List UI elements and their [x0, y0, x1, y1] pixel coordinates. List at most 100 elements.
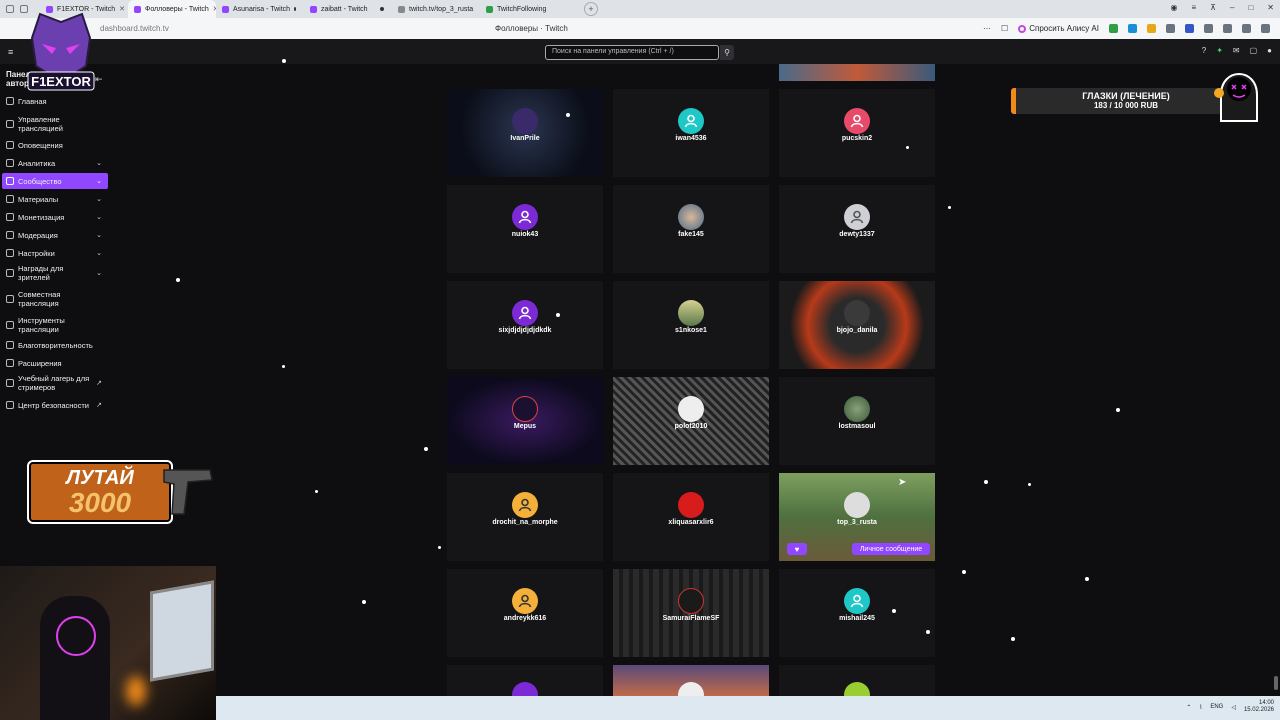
- tabs-menu-icon[interactable]: [6, 5, 14, 13]
- direct-message-button[interactable]: Личное сообщение: [852, 543, 930, 555]
- sidebar-item-moderation[interactable]: Модерация ⌄: [2, 229, 108, 241]
- extension-icon[interactable]: [1242, 24, 1251, 33]
- lang-indicator[interactable]: ENG: [1210, 704, 1223, 710]
- tab-zaibatt[interactable]: zaibatt - Twitch: [304, 0, 392, 18]
- tab-twitchfollowing[interactable]: TwitchFollowing: [480, 0, 580, 18]
- extension-icon[interactable]: [1109, 24, 1118, 33]
- close-window-icon[interactable]: ✕: [1267, 3, 1274, 12]
- chevron-down-icon: ⌄: [96, 231, 102, 239]
- mouse-cursor-icon: ➤: [898, 477, 907, 488]
- sidebar-item-content[interactable]: Материалы ⌄: [2, 193, 108, 205]
- extension-icon[interactable]: [1166, 24, 1175, 33]
- sidebar-item-bootcamp[interactable]: Учебный лагерь для стримеров ↗: [2, 373, 108, 393]
- new-tab-button[interactable]: +: [584, 2, 598, 16]
- follower-card[interactable]: xliquasarxlir6: [613, 473, 769, 561]
- hamburger-icon[interactable]: ≡: [8, 47, 13, 57]
- maximize-icon[interactable]: □: [1248, 3, 1253, 12]
- address-url[interactable]: dashboard.twitch.tv: [100, 24, 169, 33]
- sidebar-item-stream-tools[interactable]: Инструменты трансляции: [2, 315, 108, 335]
- extension-icon[interactable]: [1185, 24, 1194, 33]
- extension-icon[interactable]: [1128, 24, 1137, 33]
- help-icon[interactable]: ?: [1202, 46, 1206, 55]
- follower-name: mishail245: [839, 615, 875, 622]
- sidebar-item-viewer-rewards[interactable]: Награды для зрителей ⌄: [2, 263, 108, 283]
- minimize-icon[interactable]: –: [1230, 3, 1234, 12]
- menu-icon[interactable]: ≡: [1191, 3, 1196, 12]
- follower-card[interactable]: dewty1337: [779, 185, 935, 273]
- avatar: [678, 492, 704, 518]
- extension-icon[interactable]: [1147, 24, 1156, 33]
- follower-card[interactable]: bjojo_danila: [779, 281, 935, 369]
- follower-card-partial[interactable]: [779, 665, 935, 696]
- snow-particle: [315, 490, 318, 493]
- tab-followers[interactable]: Фолловеры - Twitch ✕: [128, 0, 216, 18]
- sidebar-item-community[interactable]: Сообщество ⌄: [2, 173, 108, 189]
- twitch-favicon-icon: [222, 5, 229, 13]
- sidebar-item-charity[interactable]: Благотворительность: [2, 339, 108, 351]
- follower-card[interactable]: nuiok43: [447, 185, 603, 273]
- sidebar-item-analytics[interactable]: Аналитика ⌄: [2, 157, 108, 169]
- volume-icon[interactable]: ◁: [1231, 704, 1236, 711]
- follower-card[interactable]: drochit_na_morphe: [447, 473, 603, 561]
- follower-card[interactable]: mishail245: [779, 569, 935, 657]
- unsaved-dot-icon: [294, 7, 296, 11]
- sidebar-item-monetization[interactable]: Монетизация ⌄: [2, 211, 108, 223]
- avatar: [844, 108, 870, 134]
- follower-card[interactable]: iwan4536: [613, 89, 769, 177]
- follower-card-partial[interactable]: [613, 665, 769, 696]
- profile-icon[interactable]: ◉: [1170, 3, 1177, 12]
- follower-card[interactable]: Mepus: [447, 377, 603, 465]
- follower-card[interactable]: s1nkose1: [613, 281, 769, 369]
- follower-card[interactable]: lostmasoul: [779, 377, 935, 465]
- search-button[interactable]: ⚲: [720, 45, 734, 60]
- close-icon[interactable]: ✕: [119, 5, 125, 13]
- scrollbar[interactable]: [1274, 676, 1278, 690]
- follower-card-partial[interactable]: [779, 64, 935, 81]
- extensions-icon: [6, 359, 14, 367]
- avatar: [512, 108, 538, 134]
- extension-icon[interactable]: [1223, 24, 1232, 33]
- more-icon[interactable]: ⋯: [983, 24, 991, 33]
- ask-alisa-button[interactable]: Спросить Алису AI: [1018, 24, 1099, 33]
- tab-top3rusta[interactable]: twitch.tv/top_3_rusta: [392, 0, 480, 18]
- extension-icon[interactable]: [1204, 24, 1213, 33]
- follower-card[interactable]: IvanPrile: [447, 89, 603, 177]
- inbox-icon[interactable]: ✉: [1233, 46, 1240, 55]
- network-icon[interactable]: ⌇: [1199, 704, 1202, 711]
- sidebar-item-collab-stream[interactable]: Совместная трансляция: [2, 289, 108, 309]
- follower-name: top_3_rusta: [837, 519, 877, 526]
- promo-banner: ЛУТАЙ 3000: [27, 460, 173, 524]
- avatar: [678, 588, 704, 614]
- charity-icon: [6, 341, 14, 349]
- sidebar-item-stream-manager[interactable]: Управление трансляцией: [2, 113, 108, 135]
- person-image: [40, 596, 110, 720]
- follower-card-hovered[interactable]: top_3_rusta ♥ Личное сообщение: [779, 473, 935, 561]
- pin-icon[interactable]: ⊼: [1210, 3, 1216, 12]
- download-icon[interactable]: [1261, 24, 1270, 33]
- sidebar-item-settings[interactable]: Настройки ⌄: [2, 247, 108, 259]
- bookmark-icon[interactable]: ☐: [1001, 24, 1008, 33]
- follower-card[interactable]: fake145: [613, 185, 769, 273]
- chevron-down-icon: ⌄: [96, 269, 102, 277]
- follower-card-partial[interactable]: [447, 665, 603, 696]
- follow-back-button[interactable]: ♥: [787, 543, 807, 555]
- sidebar-item-alerts[interactable]: Оповещения: [2, 139, 108, 151]
- external-link-icon: ↗: [96, 379, 102, 387]
- dashboard-search-input[interactable]: Поиск на панели управления (Ctrl + /): [545, 45, 719, 60]
- follower-card[interactable]: polot2010: [613, 377, 769, 465]
- follower-card[interactable]: SamuraiFlameSF: [613, 569, 769, 657]
- creator-tools-icon[interactable]: ✦: [1216, 46, 1223, 55]
- follower-card[interactable]: sixjdjdjdjdjdkdk: [447, 281, 603, 369]
- whispers-icon[interactable]: ▢: [1250, 46, 1258, 55]
- follower-name: iwan4536: [675, 135, 707, 142]
- clock[interactable]: 14:00 15.02.2026: [1244, 700, 1274, 714]
- snow-particle: [1085, 577, 1089, 581]
- tab-asunarisa[interactable]: Asunarisa - Twitch: [216, 0, 304, 18]
- tray-expand-icon[interactable]: ⌃: [1186, 704, 1191, 711]
- follower-card[interactable]: pucskin2: [779, 89, 935, 177]
- avatar[interactable]: ●: [1267, 46, 1272, 55]
- twitch-favicon-icon: [134, 5, 141, 13]
- sidebar-item-extensions[interactable]: Расширения: [2, 357, 108, 369]
- sidebar-item-safety-center[interactable]: Центр безопасности ↗: [2, 399, 108, 411]
- follower-card[interactable]: andreykk616: [447, 569, 603, 657]
